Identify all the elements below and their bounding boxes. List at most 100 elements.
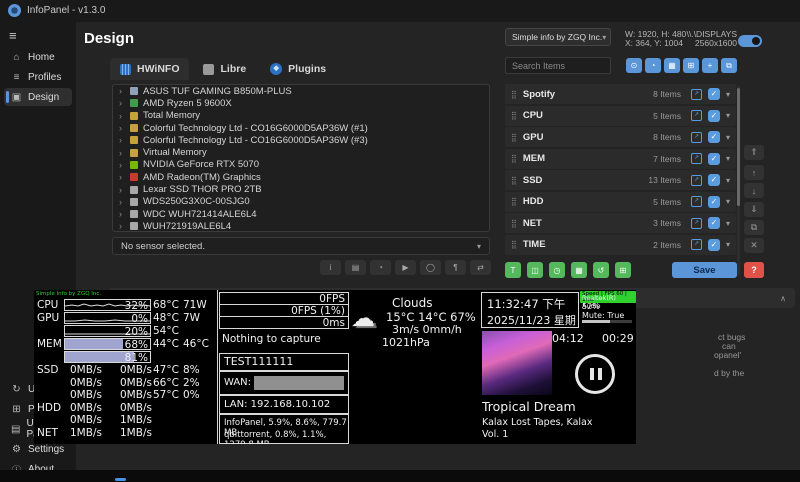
add-clock-button[interactable]: ◷ xyxy=(549,262,565,278)
group-row-mem[interactable]: ⣿MEM7 Items↗✓▾ xyxy=(505,149,736,169)
tab-libre[interactable]: Libre xyxy=(193,58,256,80)
add-table-button[interactable]: ⊞ xyxy=(615,262,631,278)
popout-icon[interactable]: ↗ xyxy=(691,196,702,207)
add-button[interactable]: + xyxy=(702,58,718,73)
text-tool-button[interactable]: ¶ xyxy=(445,260,466,275)
drag-handle-icon[interactable]: ⣿ xyxy=(511,197,517,206)
expand-chevron-icon[interactable]: › xyxy=(119,160,125,170)
popout-icon[interactable]: ↗ xyxy=(691,153,702,164)
tree-row-gpu[interactable]: ›NVIDIA GeForce RTX 5070 xyxy=(113,159,489,171)
expand-chevron-icon[interactable]: › xyxy=(119,111,125,121)
group-checkbox[interactable]: ✓ xyxy=(708,131,720,143)
group-checkbox[interactable]: ✓ xyxy=(708,110,720,122)
sidebar-item-home[interactable]: ⌂ Home xyxy=(4,48,72,66)
media-tool-button[interactable]: ▶ xyxy=(395,260,416,275)
expand-chevron-icon[interactable]: › xyxy=(119,221,125,231)
expand-chevron-icon[interactable]: › xyxy=(119,135,125,145)
display-toggle[interactable] xyxy=(738,35,762,47)
help-button[interactable]: ? xyxy=(744,262,764,278)
scrollbar-thumb[interactable] xyxy=(737,88,740,206)
move-to-top-button[interactable]: ⇑ xyxy=(744,145,764,160)
duplicate-item-button[interactable]: ⧉ xyxy=(744,220,764,235)
tree-row-motherboard[interactable]: ›ASUS TUF GAMING B850M-PLUS xyxy=(113,85,489,97)
group-row-time[interactable]: ⣿TIME2 Items↗✓▾ xyxy=(505,235,736,255)
tab-hwinfo[interactable]: HWiNFO xyxy=(110,58,189,80)
gauge-tool-button[interactable]: ◔ xyxy=(370,260,391,275)
sidebar-item-profiles[interactable]: ≡ Profiles xyxy=(4,68,72,86)
tree-row-memory[interactable]: ›Colorful Technology Ltd - CO16G6000D5AP… xyxy=(113,122,489,134)
expand-chevron-icon[interactable]: › xyxy=(119,86,125,96)
tree-row-disk[interactable]: ›WDS250G3X0C-00SJG0 xyxy=(113,196,489,208)
clock-button[interactable]: ◔ xyxy=(645,58,661,73)
chevron-down-icon[interactable]: ▾ xyxy=(726,176,730,185)
chevron-down-icon[interactable]: ▾ xyxy=(726,154,730,163)
group-checkbox[interactable]: ✓ xyxy=(708,88,720,100)
expand-chevron-icon[interactable]: › xyxy=(119,123,125,133)
chevron-down-icon[interactable]: ▾ xyxy=(726,240,730,249)
chevron-down-icon[interactable]: ▾ xyxy=(726,219,730,228)
group-row-hdd[interactable]: ⣿HDD5 Items↗✓▾ xyxy=(505,192,736,212)
popout-icon[interactable]: ↗ xyxy=(691,110,702,121)
group-row-spotify[interactable]: ⣿Spotify8 Items↗✓▾ xyxy=(505,84,736,104)
grid-button[interactable]: ▦ xyxy=(664,58,680,73)
add-panel-button[interactable]: ⊞ xyxy=(683,58,699,73)
group-row-ssd[interactable]: ⣿SSD13 Items↗✓▾ xyxy=(505,170,736,190)
popout-icon[interactable]: ↗ xyxy=(691,132,702,143)
expand-chevron-icon[interactable]: › xyxy=(119,197,125,207)
group-checkbox[interactable]: ✓ xyxy=(708,153,720,165)
sidebar-item-design[interactable]: ▣ Design xyxy=(4,88,72,106)
preview-button[interactable]: ⊙ xyxy=(626,58,642,73)
expand-chevron-icon[interactable]: › xyxy=(119,172,125,182)
expand-chevron-icon[interactable]: › xyxy=(119,98,125,108)
expand-chevron-icon[interactable]: › xyxy=(119,209,125,219)
group-checkbox[interactable]: ✓ xyxy=(708,174,720,186)
info-tool-button[interactable]: i xyxy=(320,260,341,275)
drag-handle-icon[interactable]: ⣿ xyxy=(511,176,517,185)
pause-button[interactable] xyxy=(575,354,615,394)
hamburger-menu-icon[interactable]: ≡ xyxy=(9,28,17,43)
chart-tool-button[interactable]: ▤ xyxy=(345,260,366,275)
group-row-cpu[interactable]: ⣿CPU5 Items↗✓▾ xyxy=(505,106,736,126)
add-image-button[interactable]: ▦ xyxy=(571,262,587,278)
chevron-down-icon[interactable]: ▾ xyxy=(726,111,730,120)
duplicate-button[interactable]: ⧉ xyxy=(721,58,737,73)
drag-handle-icon[interactable]: ⣿ xyxy=(511,219,517,228)
popout-icon[interactable]: ↗ xyxy=(691,89,702,100)
popout-icon[interactable]: ↗ xyxy=(691,175,702,186)
expand-chevron-icon[interactable]: › xyxy=(119,148,125,158)
chevron-down-icon[interactable]: ▾ xyxy=(726,133,730,142)
move-up-button[interactable]: ↑ xyxy=(744,165,764,180)
group-checkbox[interactable]: ✓ xyxy=(708,196,720,208)
tree-row-cpu[interactable]: ›AMD Ryzen 5 9600X xyxy=(113,97,489,109)
panel-preview[interactable]: Simple Info by ZGQ Inc. Speed | FPS 60 |… xyxy=(34,290,636,444)
add-bar-button[interactable]: ◫ xyxy=(527,262,543,278)
sensor-select-dropdown[interactable]: No sensor selected. ▾ xyxy=(112,237,490,255)
move-down-button[interactable]: ↓ xyxy=(744,183,764,198)
group-row-gpu[interactable]: ⣿GPU8 Items↗✓▾ xyxy=(505,127,736,147)
delete-item-button[interactable]: ✕ xyxy=(744,238,764,253)
group-row-net[interactable]: ⣿NET3 Items↗✓▾ xyxy=(505,213,736,233)
swap-tool-button[interactable]: ⇄ xyxy=(470,260,491,275)
move-to-bottom-button[interactable]: ⇓ xyxy=(744,202,764,217)
save-button[interactable]: Save xyxy=(672,262,737,278)
expand-chevron-icon[interactable]: › xyxy=(119,185,125,195)
drag-handle-icon[interactable]: ⣿ xyxy=(511,133,517,142)
tree-row-memory[interactable]: ›Virtual Memory xyxy=(113,146,489,158)
donut-tool-button[interactable]: ◯ xyxy=(420,260,441,275)
search-input[interactable] xyxy=(505,57,611,74)
group-list-scrollbar[interactable] xyxy=(737,86,740,276)
profile-selector[interactable]: Simple info by ZGQ Inc. ▾ xyxy=(505,28,611,46)
add-text-button[interactable]: T xyxy=(505,262,521,278)
tree-row-gpu[interactable]: ›AMD Radeon(TM) Graphics xyxy=(113,171,489,183)
tree-row-disk[interactable]: ›WDC WUH721414ALE6L4 xyxy=(113,208,489,220)
chevron-down-icon[interactable]: ▾ xyxy=(726,197,730,206)
tab-plugins[interactable]: ◆ Plugins xyxy=(260,58,336,80)
tree-row-disk[interactable]: ›Lexar SSD THOR PRO 2TB xyxy=(113,183,489,195)
drag-handle-icon[interactable]: ⣿ xyxy=(511,90,517,99)
chevron-down-icon[interactable]: ▾ xyxy=(726,90,730,99)
tree-row-memory[interactable]: ›Total Memory xyxy=(113,110,489,122)
drag-handle-icon[interactable]: ⣿ xyxy=(511,240,517,249)
add-gauge-button[interactable]: ↺ xyxy=(593,262,609,278)
group-checkbox[interactable]: ✓ xyxy=(708,217,720,229)
tree-row-memory[interactable]: ›Colorful Technology Ltd - CO16G6000D5AP… xyxy=(113,134,489,146)
